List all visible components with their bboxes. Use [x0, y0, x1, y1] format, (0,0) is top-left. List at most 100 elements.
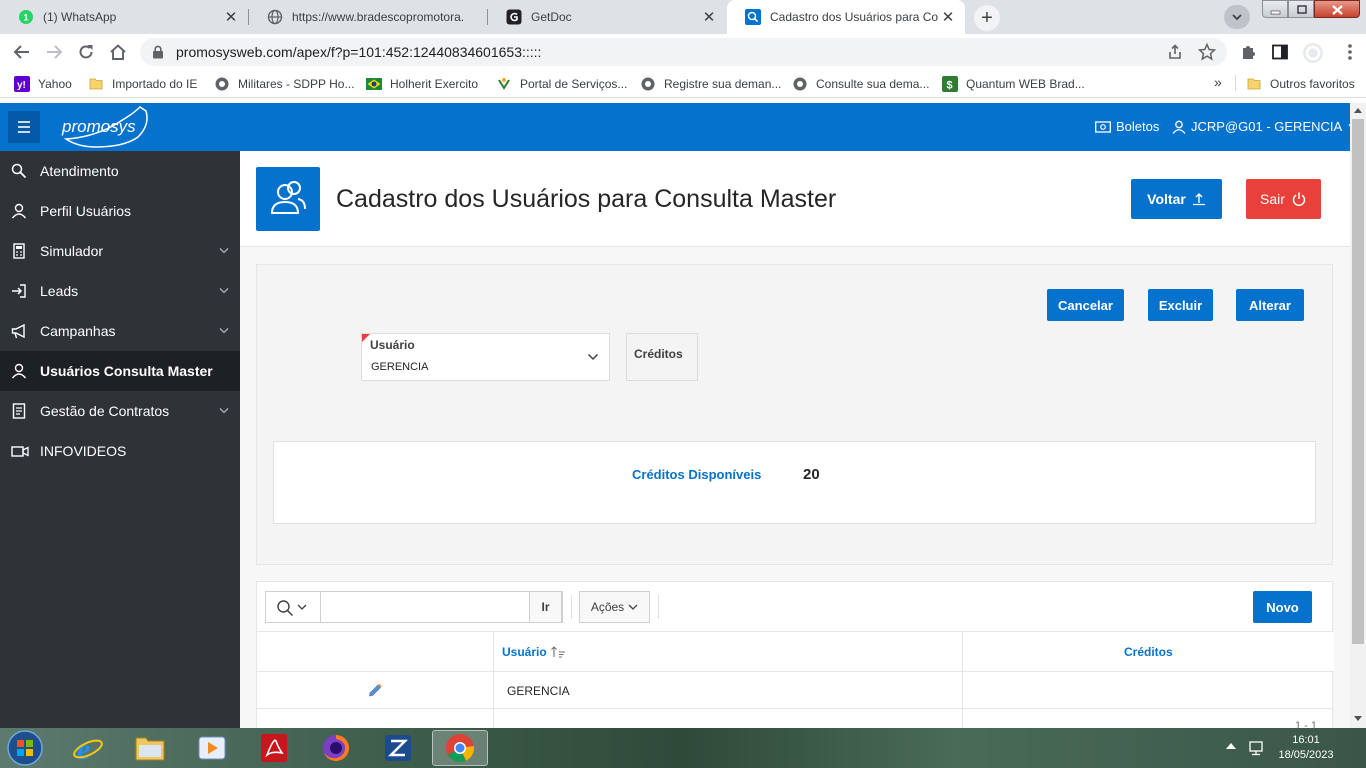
- column-header-label: Usuário: [502, 645, 547, 659]
- window-close-button[interactable]: [1314, 0, 1360, 18]
- bookmark-label: Militares - SDPP Ho...: [238, 77, 355, 91]
- report-header: Usuário Créditos: [257, 631, 1334, 728]
- vertical-scrollbar[interactable]: [1350, 103, 1366, 728]
- taskbar-internet-explorer[interactable]: e: [60, 730, 116, 766]
- app-header: promosys Boletos JCRP@G01 - GERENCIA: [0, 103, 1358, 151]
- maximize-button[interactable]: [1288, 0, 1314, 18]
- taskbar-file-explorer[interactable]: [122, 730, 178, 766]
- chevron-down-icon[interactable]: [219, 407, 229, 415]
- usuario-value: GERENCIA: [371, 361, 429, 373]
- promosys-logo[interactable]: promosys: [58, 103, 153, 151]
- kebab-menu-icon[interactable]: [1340, 42, 1360, 62]
- usuario-select[interactable]: Usuário GERENCIA: [361, 333, 610, 381]
- share-icon[interactable]: [1166, 43, 1184, 61]
- alterar-button[interactable]: Alterar: [1236, 289, 1304, 321]
- chevron-down-icon[interactable]: [219, 327, 229, 335]
- sair-button[interactable]: Sair: [1246, 179, 1321, 219]
- users-icon: [256, 167, 320, 231]
- bookmark-label: Outros favoritos: [1270, 77, 1355, 91]
- nav-item-gestao-de-contratos[interactable]: Gestão de Contratos: [0, 391, 240, 431]
- browser-tab-bradesco[interactable]: https://www.bradescopromotora.: [249, 0, 487, 34]
- browser-toolbar: promosysweb.com/apex/f?p=101:452:1244083…: [0, 34, 1366, 70]
- address-bar[interactable]: promosysweb.com/apex/f?p=101:452:1244083…: [140, 38, 1227, 66]
- bookmark-consulte[interactable]: Consulte sua dema...: [792, 76, 929, 92]
- home-icon[interactable]: [108, 42, 128, 62]
- chevron-down-icon[interactable]: [219, 247, 229, 255]
- back-arrow-icon[interactable]: [12, 42, 32, 62]
- start-button[interactable]: [4, 729, 46, 767]
- taskbar-firefox[interactable]: [308, 730, 364, 766]
- bookmark-holherit[interactable]: Holherit Exercito: [366, 76, 478, 92]
- extensions-icon[interactable]: [1238, 42, 1258, 62]
- nav-item-leads[interactable]: Leads: [0, 271, 240, 311]
- profile-avatar-icon[interactable]: [1302, 42, 1323, 63]
- browser-tab-getdoc[interactable]: GetDoc ✕: [488, 0, 726, 34]
- new-tab-button[interactable]: +: [974, 5, 1000, 31]
- column-header-creditos[interactable]: Créditos: [1124, 645, 1173, 659]
- network-icon[interactable]: [1248, 740, 1264, 756]
- ir-button[interactable]: Ir: [529, 591, 562, 623]
- search-input[interactable]: [322, 592, 530, 622]
- user-menu[interactable]: JCRP@G01 - GERENCIA: [1172, 119, 1358, 134]
- lock-icon: [152, 45, 164, 59]
- star-icon[interactable]: [1198, 43, 1216, 61]
- taskbar-app-z[interactable]: [370, 730, 426, 766]
- reload-icon[interactable]: [76, 42, 96, 62]
- pencil-icon[interactable]: [367, 682, 383, 698]
- cancelar-button[interactable]: Cancelar: [1047, 289, 1124, 321]
- bookmark-importado[interactable]: Importado do IE: [88, 76, 197, 92]
- globe-icon: [214, 76, 230, 92]
- browser-tab-whatsapp[interactable]: 1 (1) WhatsApp ✕: [0, 0, 248, 34]
- bookmark-quantum[interactable]: $ Quantum WEB Brad...: [942, 76, 1085, 92]
- side-panel-icon[interactable]: [1270, 42, 1290, 62]
- scrollbar-thumb[interactable]: [1352, 119, 1364, 644]
- bookmarks-overflow-button[interactable]: »: [1214, 74, 1222, 90]
- tab-search-button[interactable]: [1224, 5, 1250, 29]
- browser-tab-strip: 1 (1) WhatsApp ✕ https://www.bradescopro…: [0, 0, 1366, 34]
- nav-item-campanhas[interactable]: Campanhas: [0, 311, 240, 351]
- chevron-down-icon[interactable]: [219, 287, 229, 295]
- bookmark-militares[interactable]: Militares - SDPP Ho...: [214, 76, 354, 92]
- internet-explorer-icon: e: [73, 733, 103, 764]
- tray-expand-icon[interactable]: [1226, 742, 1236, 750]
- boletos-link[interactable]: Boletos: [1095, 119, 1159, 134]
- credits-available-value: 20: [803, 466, 820, 483]
- forward-arrow-icon[interactable]: [44, 42, 64, 62]
- taskbar-media-player[interactable]: [184, 730, 240, 766]
- close-icon[interactable]: ✕: [222, 8, 240, 26]
- bookmark-registre[interactable]: Registre sua deman...: [640, 76, 781, 92]
- nav-label: Gestão de Contratos: [40, 403, 170, 419]
- excluir-button[interactable]: Excluir: [1148, 289, 1213, 321]
- nav-label: Campanhas: [40, 323, 116, 339]
- dollar-icon: $: [942, 76, 958, 92]
- nav-label: INFOVIDEOS: [40, 443, 127, 459]
- nav-item-simulador[interactable]: Simulador: [0, 231, 240, 271]
- search-icon: [11, 163, 27, 179]
- taskbar-chrome[interactable]: [432, 730, 488, 766]
- column-header-usuario[interactable]: Usuário: [502, 645, 567, 659]
- bookmark-portal[interactable]: Portal de Serviços...: [496, 76, 627, 92]
- app-z-icon: [385, 735, 411, 761]
- voltar-button[interactable]: Voltar: [1131, 179, 1222, 219]
- hamburger-menu-button[interactable]: [8, 111, 40, 143]
- novo-button[interactable]: Novo: [1253, 591, 1312, 623]
- nav-item-usuarios-consulta-master[interactable]: Usuários Consulta Master: [0, 351, 240, 391]
- taskbar-pdf-reader[interactable]: [246, 730, 302, 766]
- close-icon[interactable]: ✕: [700, 8, 718, 26]
- nav-item-atendimento[interactable]: Atendimento: [0, 151, 240, 191]
- acoes-menu-button[interactable]: Ações: [579, 591, 650, 623]
- bookmark-outros-favoritos[interactable]: Outros favoritos: [1246, 76, 1355, 92]
- firefox-icon: [323, 735, 349, 761]
- nav-item-infovideos[interactable]: INFOVIDEOS: [0, 431, 240, 471]
- bookmarks-separator: [1235, 75, 1236, 91]
- bookmark-yahoo[interactable]: y! Yahoo: [14, 76, 72, 92]
- nav-item-perfil-usuarios[interactable]: Perfil Usuários: [0, 191, 240, 231]
- search-column-select[interactable]: [266, 592, 321, 622]
- pdf-icon: [261, 734, 287, 762]
- bookmark-label: Yahoo: [38, 77, 72, 91]
- system-clock[interactable]: 16:01 18/05/2023: [1270, 733, 1342, 763]
- browser-tab-cadastro[interactable]: Cadastro dos Usuários para Cons ✕: [727, 0, 965, 34]
- minimize-button[interactable]: [1262, 0, 1288, 18]
- tab-title: (1) WhatsApp: [43, 10, 117, 24]
- close-icon[interactable]: ✕: [939, 8, 957, 26]
